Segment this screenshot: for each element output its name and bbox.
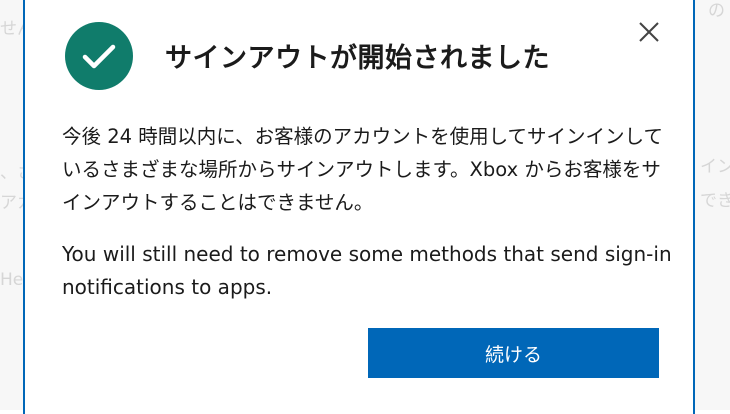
dialog-message-english: You will still need to remove some metho… <box>62 242 672 299</box>
background-text: の <box>708 1 725 21</box>
dialog-message-japanese: 今後 24 時間以内に、お客様のアカウントを使用してサインインしているさまざまな… <box>62 125 663 214</box>
close-button[interactable] <box>637 20 661 44</box>
background-text: イン <box>700 157 730 177</box>
background-text: He <box>0 270 24 290</box>
dialog-title: サインアウトが開始されました <box>165 43 550 74</box>
continue-button[interactable]: 続ける <box>368 328 659 378</box>
background-text: でき <box>700 191 730 211</box>
close-icon <box>639 22 659 42</box>
signout-dialog: サインアウトが開始されました 今後 24 時間以内に、お客様のアカウントを使用し… <box>23 0 695 414</box>
success-status <box>65 22 133 90</box>
checkmark-icon <box>82 44 116 69</box>
